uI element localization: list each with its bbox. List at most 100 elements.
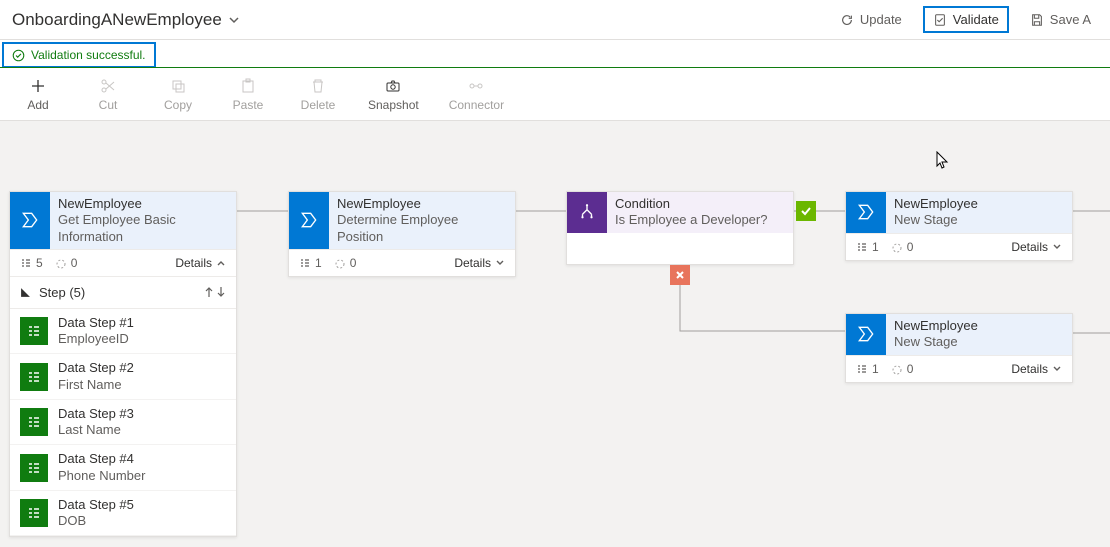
stage-duration: 0 [55, 256, 78, 270]
validation-message-text: Validation successful. [31, 48, 146, 62]
stage-name: New Stage [894, 212, 978, 228]
step-field: First Name [58, 377, 134, 393]
save-button[interactable]: Save A [1023, 7, 1098, 32]
stage-card[interactable]: NewEmployee New Stage 1 0 Details [845, 191, 1073, 261]
step-row[interactable]: Data Step #4Phone Number [10, 445, 236, 491]
cut-label: Cut [99, 98, 118, 112]
stage-header: NewEmployee New Stage [846, 192, 1072, 233]
plus-icon [30, 78, 46, 94]
step-row[interactable]: Data Step #5DOB [10, 491, 236, 537]
timer-icon [891, 241, 903, 253]
step-row[interactable]: Data Step #1EmployeeID [10, 309, 236, 355]
check-icon [800, 205, 812, 217]
chevron-down-icon [228, 14, 240, 26]
timer-icon [891, 363, 903, 375]
arrow-down-icon [216, 286, 226, 298]
details-toggle[interactable]: Details [454, 256, 505, 270]
data-step-icon [20, 454, 48, 482]
stage-icon [846, 314, 886, 355]
triangle-icon [20, 287, 31, 298]
steps-header: Step (5) [10, 277, 236, 309]
step-row[interactable]: Data Step #3Last Name [10, 400, 236, 446]
connector-line [237, 209, 289, 213]
stage-duration: 0 [891, 362, 914, 376]
data-step-icon [20, 317, 48, 345]
condition-label: Condition [615, 196, 767, 212]
paste-button[interactable]: Paste [228, 78, 268, 112]
condition-no-badge [670, 265, 690, 285]
validate-button[interactable]: Validate [923, 6, 1009, 33]
paste-label: Paste [233, 98, 264, 112]
connector-icon [468, 78, 484, 94]
scissors-icon [100, 78, 116, 94]
stage-titles: NewEmployee Get Employee Basic Informati… [50, 192, 236, 249]
stage-entity: NewEmployee [894, 196, 978, 212]
stage-bar: 5 0 Details [10, 249, 236, 276]
add-label: Add [27, 98, 48, 112]
stage-entity: NewEmployee [58, 196, 228, 212]
details-toggle[interactable]: Details [1011, 362, 1062, 376]
add-button[interactable]: Add [18, 78, 58, 112]
data-step-icon [20, 499, 48, 527]
step-name: Data Step #2 [58, 360, 134, 376]
update-button[interactable]: Update [833, 7, 909, 32]
connector-button[interactable]: Connector [449, 78, 504, 112]
x-icon [675, 270, 685, 280]
connector-line [1072, 209, 1110, 213]
chevron-down-icon [495, 258, 505, 268]
timer-icon [334, 257, 346, 269]
delete-label: Delete [301, 98, 336, 112]
delete-button[interactable]: Delete [298, 78, 338, 112]
flow-title-text: OnboardingANewEmployee [12, 10, 222, 30]
list-icon [299, 257, 311, 269]
condition-icon [567, 192, 607, 233]
paste-icon [240, 78, 256, 94]
stage-step-count: 1 [856, 240, 879, 254]
stage-name: New Stage [894, 334, 978, 350]
validation-success-banner: Validation successful. [2, 42, 156, 68]
update-label: Update [860, 12, 902, 27]
list-icon [856, 241, 868, 253]
step-row[interactable]: Data Step #2First Name [10, 354, 236, 400]
stage-header: NewEmployee Determine Employee Position [289, 192, 515, 249]
list-icon [20, 257, 32, 269]
condition-card[interactable]: Condition Is Employee a Developer? [566, 191, 794, 265]
clipboard-check-icon [933, 13, 947, 27]
flow-title[interactable]: OnboardingANewEmployee [12, 10, 240, 30]
stage-entity: NewEmployee [337, 196, 507, 212]
process-canvas[interactable]: NewEmployee Get Employee Basic Informati… [0, 121, 1110, 547]
details-toggle[interactable]: Details [175, 256, 226, 270]
stage-titles: NewEmployee New Stage [886, 314, 986, 355]
step-field: EmployeeID [58, 331, 134, 347]
copy-label: Copy [164, 98, 192, 112]
stage-icon [846, 192, 886, 233]
sort-control[interactable] [204, 286, 226, 298]
trash-icon [310, 78, 326, 94]
stage-duration: 0 [334, 256, 357, 270]
step-name: Data Step #4 [58, 451, 145, 467]
app-header: OnboardingANewEmployee Update Validate S… [0, 0, 1110, 40]
chevron-up-icon [216, 258, 226, 268]
snapshot-button[interactable]: Snapshot [368, 78, 419, 112]
steps-panel: Step (5) Data Step #1EmployeeID Data Ste… [10, 276, 236, 537]
timer-icon [55, 257, 67, 269]
stage-card[interactable]: NewEmployee Determine Employee Position … [288, 191, 516, 277]
save-icon [1030, 13, 1044, 27]
connector-elbow [679, 267, 849, 337]
details-toggle[interactable]: Details [1011, 240, 1062, 254]
stage-step-count: 1 [299, 256, 322, 270]
list-icon [856, 363, 868, 375]
stage-header: NewEmployee New Stage [846, 314, 1072, 355]
connector-label: Connector [449, 98, 504, 112]
copy-icon [170, 78, 186, 94]
stage-duration: 0 [891, 240, 914, 254]
stage-icon [10, 192, 50, 249]
condition-titles: Condition Is Employee a Developer? [607, 192, 775, 233]
stage-card[interactable]: NewEmployee New Stage 1 0 Details [845, 313, 1073, 383]
copy-button[interactable]: Copy [158, 78, 198, 112]
stage-card[interactable]: NewEmployee Get Employee Basic Informati… [9, 191, 237, 537]
stage-step-count: 5 [20, 256, 43, 270]
chevron-down-icon [1052, 242, 1062, 252]
cursor-icon [936, 151, 950, 169]
cut-button[interactable]: Cut [88, 78, 128, 112]
